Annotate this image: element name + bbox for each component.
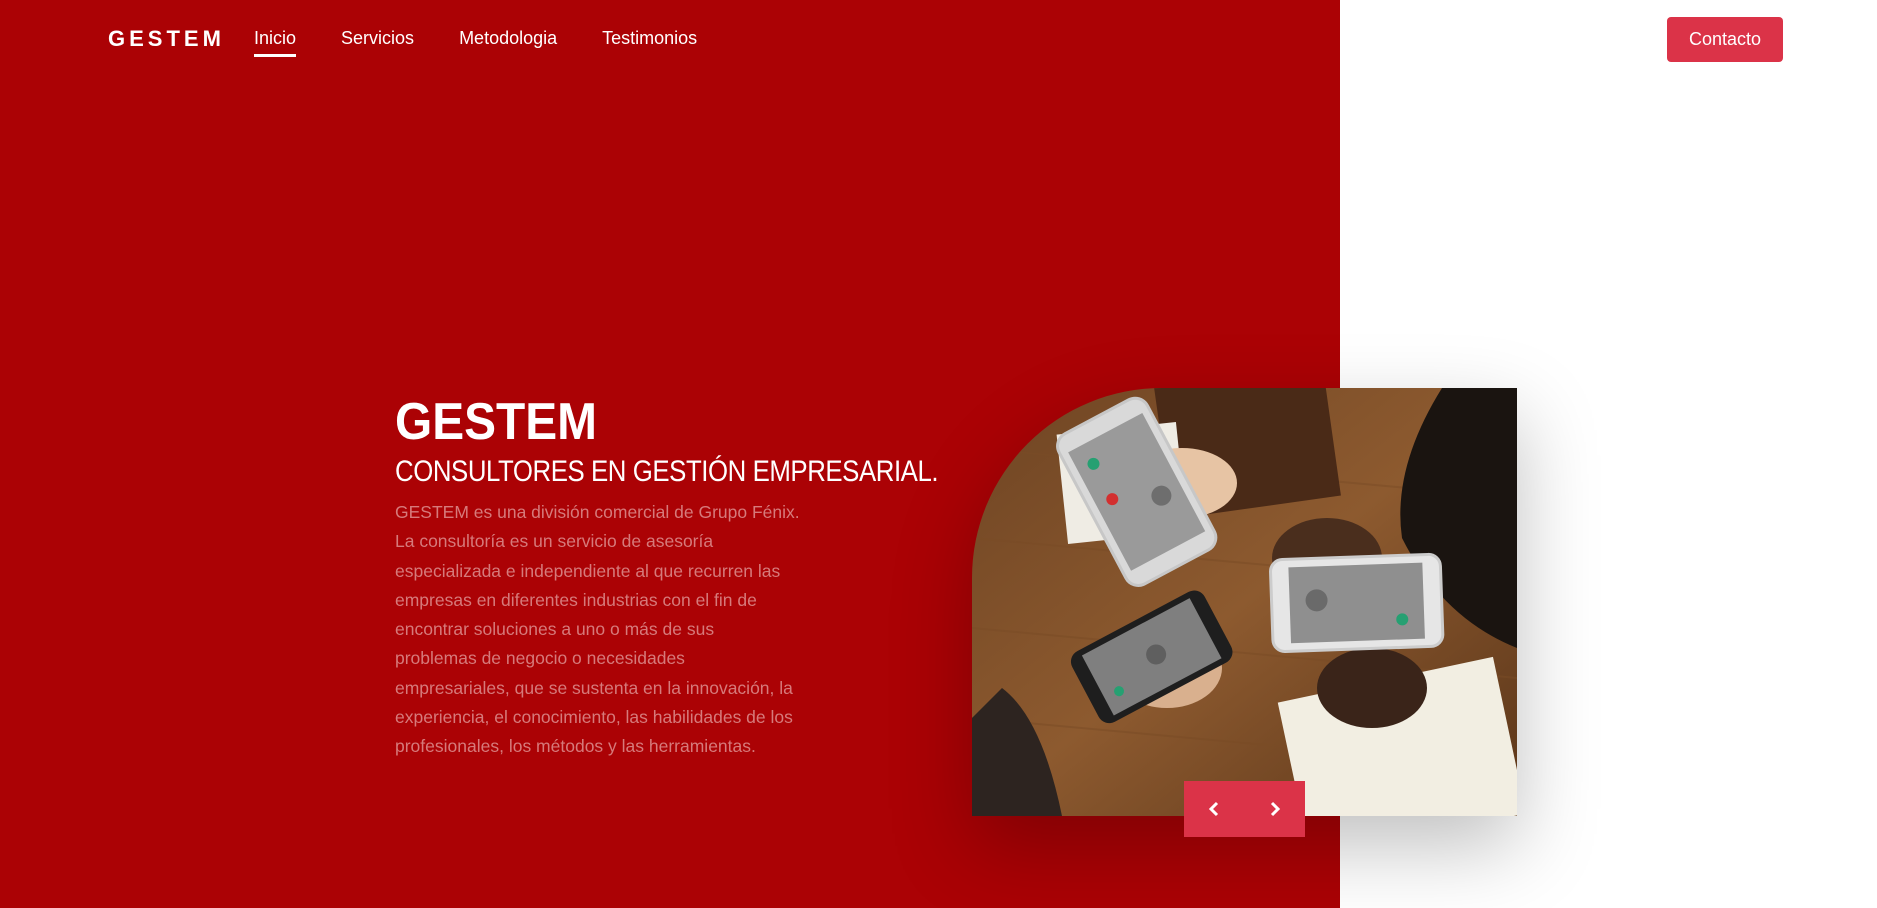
nav-link-metodologia[interactable]: Metodologia: [459, 28, 557, 57]
hero-photo-phones-on-table: [972, 388, 1517, 816]
contact-button[interactable]: Contacto: [1667, 17, 1783, 62]
hero-text-block: GESTEM CONSULTORES EN GESTIÓN EMPRESARIA…: [395, 393, 939, 762]
chevron-left-icon[interactable]: [1194, 789, 1234, 829]
hero-image: [972, 388, 1517, 816]
brand-logo[interactable]: GESTEM: [108, 26, 225, 52]
hero-description: GESTEM es una división comercial de Grup…: [395, 502, 800, 757]
nav-link-inicio[interactable]: Inicio: [254, 28, 297, 57]
hero-subtitle: CONSULTORES EN GESTIÓN EMPRESARIAL.: [395, 455, 939, 488]
chevron-right-icon[interactable]: [1255, 789, 1295, 829]
hero-title: GESTEM: [395, 393, 598, 451]
nav-link-testimonios[interactable]: Testimonios: [602, 28, 697, 57]
slider-controls: [1184, 781, 1305, 837]
main-nav: Inicio Servicios Metodologia Testimonios: [254, 28, 697, 57]
nav-link-servicios[interactable]: Servicios: [341, 28, 414, 57]
landing-page: GESTEM Inicio Servicios Metodologia Test…: [0, 0, 1877, 908]
